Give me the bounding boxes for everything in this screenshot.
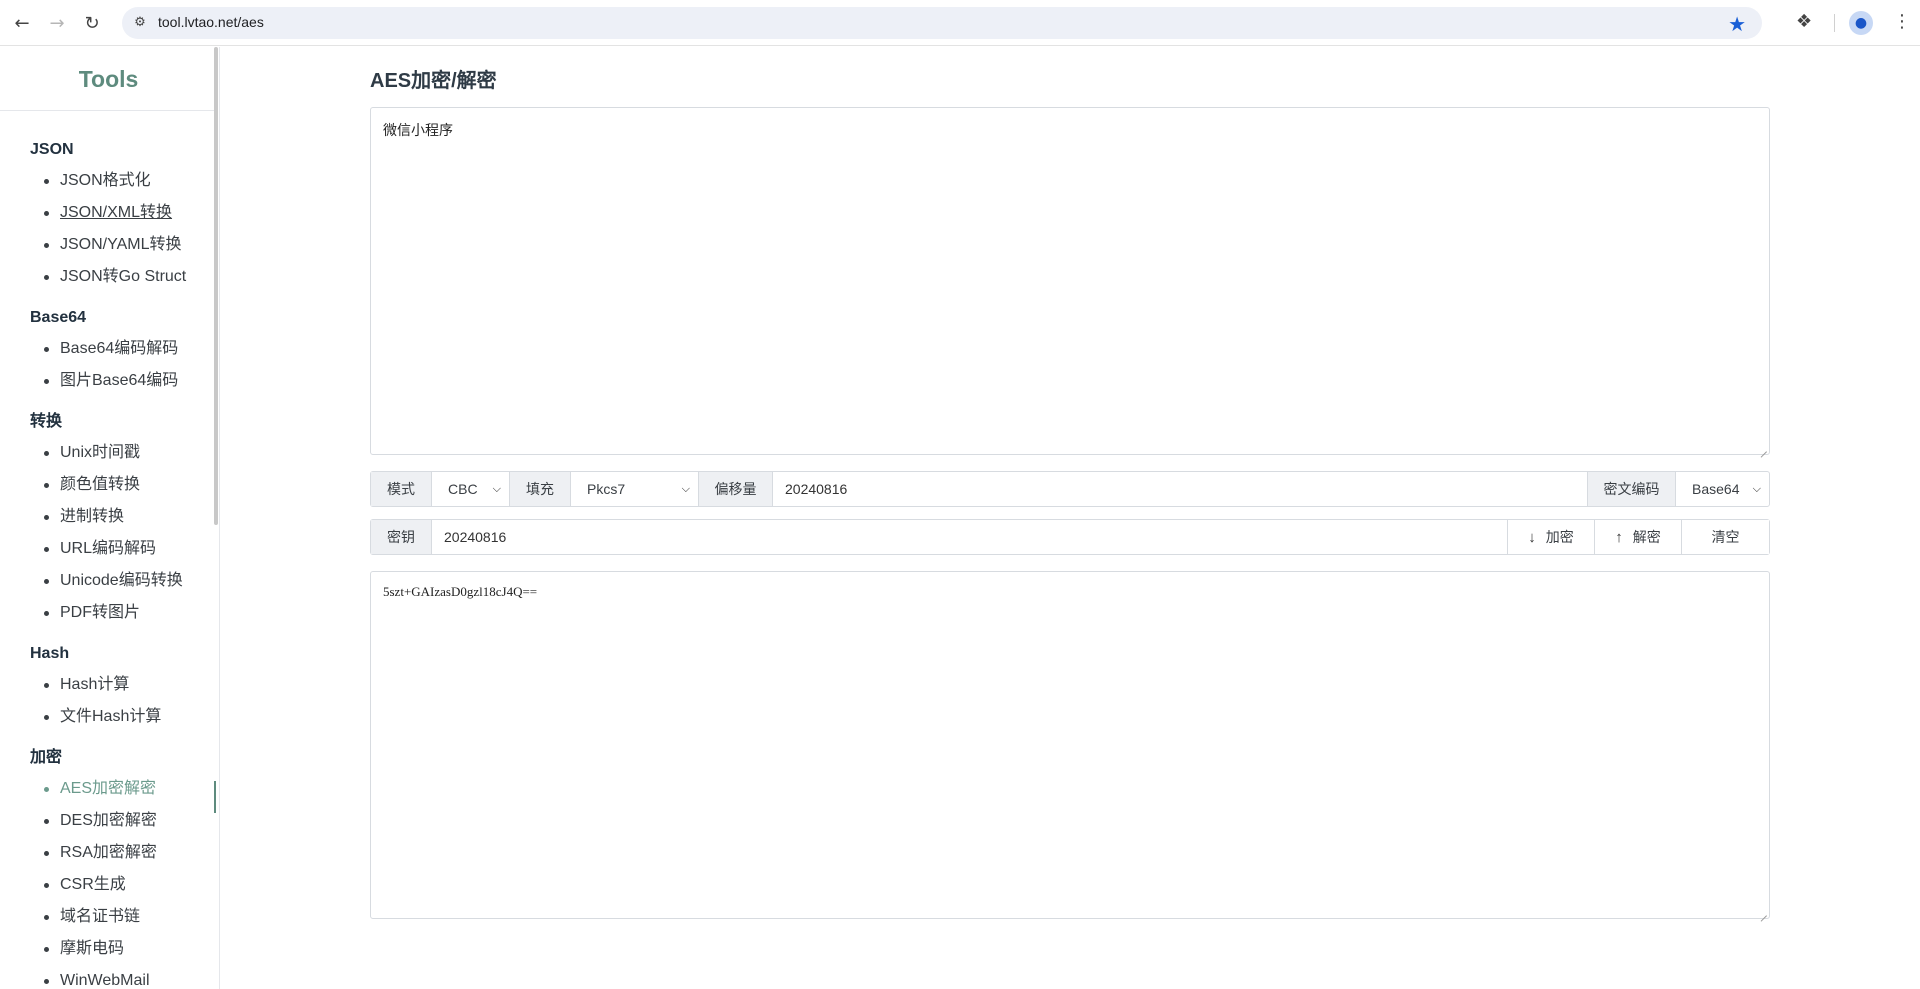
sidebar-item-aes[interactable]: AES加密解密 xyxy=(30,773,215,805)
sidebar-item-morse[interactable]: 摩斯电码 xyxy=(30,933,215,965)
encoding-select[interactable]: Base64 ⌵ xyxy=(1676,472,1769,506)
sidebar-item-unix-time[interactable]: Unix时间戳 xyxy=(30,437,215,469)
nav-group-title: Base64 xyxy=(30,309,87,326)
sidebar-item-json-yaml[interactable]: JSON/YAML转换 xyxy=(30,229,215,261)
toolbar-divider xyxy=(1834,14,1835,32)
mode-value: CBC xyxy=(448,481,478,497)
sidebar-item-color-convert[interactable]: 颜色值转换 xyxy=(30,469,215,501)
sidebar-nav: JSON JSON格式化 JSON/XML转换 JSON/YAML转换 JSON… xyxy=(30,135,215,989)
sidebar-item-url-codec[interactable]: URL编码解码 xyxy=(30,533,215,565)
decrypt-button[interactable]: ↑ 解密 xyxy=(1595,520,1682,554)
profile-person-icon[interactable]: ● xyxy=(1849,11,1873,35)
sidebar-item-json-go-struct[interactable]: JSON转Go Struct xyxy=(30,261,215,293)
padding-select[interactable]: Pkcs7 ⌵ xyxy=(571,472,699,506)
sidebar-item-radix-convert[interactable]: 进制转换 xyxy=(30,501,215,533)
sidebar-item-winwebmail[interactable]: WinWebMail xyxy=(30,965,215,989)
encoding-label: 密文编码 xyxy=(1588,472,1676,506)
iv-label: 偏移量 xyxy=(699,472,773,506)
nav-group-json: JSON JSON格式化 JSON/XML转换 JSON/YAML转换 JSON… xyxy=(30,135,215,293)
chevron-down-icon: ⌵ xyxy=(492,482,501,495)
sidebar-item-cert-chain[interactable]: 域名证书链 xyxy=(30,901,215,933)
extensions-puzzle-icon[interactable]: ❖ xyxy=(1796,11,1812,32)
chevron-down-icon: ⌵ xyxy=(1752,482,1761,495)
key-input[interactable]: 20240816 xyxy=(432,520,1508,554)
kebab-menu-icon[interactable]: ⋮ xyxy=(1893,11,1911,32)
nav-group-title: JSON xyxy=(30,141,74,158)
sidebar-item-base64-codec[interactable]: Base64编码解码 xyxy=(30,333,215,365)
site-info-icon[interactable]: ⚙ xyxy=(132,15,148,31)
sidebar-item-pdf-to-image[interactable]: PDF转图片 xyxy=(30,597,215,629)
arrow-up-icon: ↑ xyxy=(1615,528,1623,546)
encrypt-button[interactable]: ↓ 加密 xyxy=(1508,520,1595,554)
nav-group-hash: Hash Hash计算 文件Hash计算 xyxy=(30,639,215,733)
key-bar: 密钥 20240816 ↓ 加密 ↑ 解密 清空 xyxy=(370,519,1770,555)
sidebar-item-json-format[interactable]: JSON格式化 xyxy=(30,165,215,197)
nav-group-title: Hash xyxy=(30,645,70,662)
encoding-value: Base64 xyxy=(1692,481,1740,497)
active-item-indicator xyxy=(214,781,216,813)
sidebar-item-csr[interactable]: CSR生成 xyxy=(30,869,215,901)
iv-input[interactable]: 20240816 xyxy=(773,472,1588,506)
address-bar[interactable]: ⚙ tool.lvtao.net/aes ★ xyxy=(122,7,1762,39)
sidebar-item-file-hash[interactable]: 文件Hash计算 xyxy=(30,701,215,733)
resize-grip-icon[interactable] xyxy=(1758,443,1768,453)
resize-grip-icon[interactable] xyxy=(1758,907,1768,917)
sidebar-item-json-xml[interactable]: JSON/XML转换 xyxy=(30,197,215,229)
mode-select[interactable]: CBC ⌵ xyxy=(432,472,510,506)
back-icon[interactable]: ← xyxy=(10,11,34,35)
padding-value: Pkcs7 xyxy=(587,481,626,497)
nav-group-title: 加密 xyxy=(30,749,63,766)
nav-group-convert: 转换 Unix时间戳 颜色值转换 进制转换 URL编码解码 Unicode编码转… xyxy=(30,407,215,629)
bookmark-star-icon[interactable]: ★ xyxy=(1728,12,1746,36)
nav-group-base64: Base64 Base64编码解码 图片Base64编码 xyxy=(30,303,215,397)
options-bar: 模式 CBC ⌵ 填充 Pkcs7 ⌵ 偏移量 20240816 密文编码 Ba… xyxy=(370,471,1770,507)
sidebar-item-des[interactable]: DES加密解密 xyxy=(30,805,215,837)
url-text[interactable]: tool.lvtao.net/aes xyxy=(158,14,264,30)
nav-group-crypto: 加密 AES加密解密 DES加密解密 RSA加密解密 CSR生成 域名证书链 摩… xyxy=(30,743,215,989)
padding-label: 填充 xyxy=(510,472,571,506)
sidebar-item-image-base64[interactable]: 图片Base64编码 xyxy=(30,365,215,397)
sidebar-item-unicode-codec[interactable]: Unicode编码转换 xyxy=(30,565,215,597)
clear-button[interactable]: 清空 xyxy=(1682,520,1769,554)
reload-icon[interactable]: ↻ xyxy=(80,11,104,35)
browser-toolbar: ← → ↻ ⚙ tool.lvtao.net/aes ★ ❖ ● ⋮ xyxy=(0,0,1920,46)
sidebar-item-hash[interactable]: Hash计算 xyxy=(30,669,215,701)
sidebar-item-rsa[interactable]: RSA加密解密 xyxy=(30,837,215,869)
key-label: 密钥 xyxy=(371,520,432,554)
nav-group-title: 转换 xyxy=(30,413,63,430)
mode-label: 模式 xyxy=(371,472,432,506)
arrow-down-icon: ↓ xyxy=(1528,528,1536,546)
ciphertext-output[interactable]: 5szt+GAIzasD0gzl18cJ4Q== xyxy=(370,571,1770,919)
brand-logo[interactable]: Tools xyxy=(0,47,217,111)
page-title: AES加密/解密 xyxy=(370,70,497,92)
forward-icon[interactable]: → xyxy=(45,11,69,35)
plaintext-input[interactable]: 微信小程序 xyxy=(370,107,1770,455)
sidebar: Tools JSON JSON格式化 JSON/XML转换 JSON/YAML转… xyxy=(0,47,220,989)
sidebar-scrollbar[interactable] xyxy=(214,47,218,525)
chevron-down-icon: ⌵ xyxy=(681,482,690,495)
